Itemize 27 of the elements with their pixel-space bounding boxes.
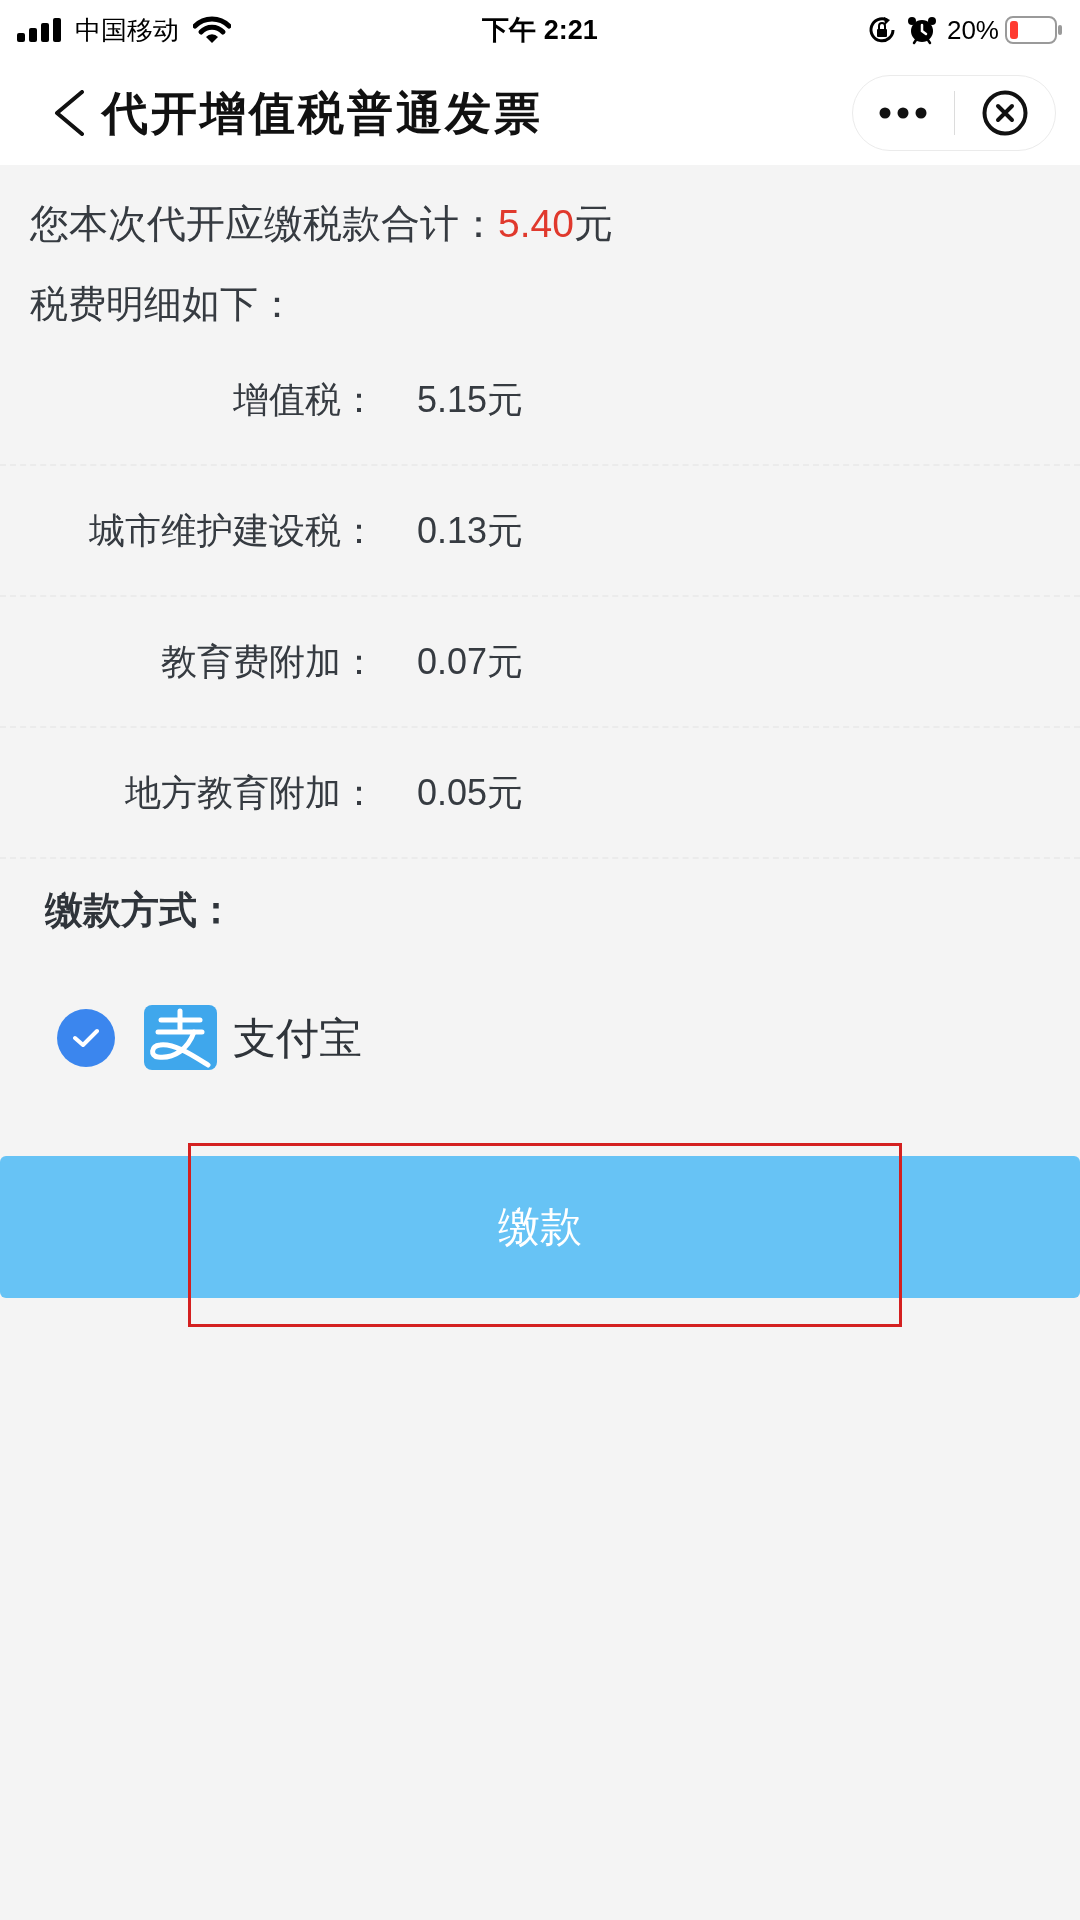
- tax-item-label: 增值税：: [232, 377, 377, 422]
- chevron-left-icon: [53, 89, 85, 136]
- page-title: 代开增值税普通发票: [102, 89, 543, 136]
- tax-item-label: 教育费附加：: [160, 639, 377, 684]
- battery-icon: [1005, 16, 1063, 44]
- tax-item-label: 地方教育附加：: [124, 770, 377, 815]
- wifi-icon: [193, 16, 231, 44]
- checkmark-icon: [73, 1027, 99, 1048]
- alarm-clock-icon: [906, 15, 937, 45]
- tax-item-amount: 0.05元: [417, 770, 524, 815]
- tax-total-text: 您本次代开应缴税款合计：5.40元: [30, 201, 613, 247]
- close-icon: [981, 89, 1028, 136]
- status-time: 下午 2:21: [482, 16, 598, 44]
- payment-method-name: 支付宝: [233, 1012, 362, 1064]
- more-dots-icon: [879, 106, 928, 119]
- details-heading: 税费明细如下：: [30, 282, 296, 327]
- tax-item-amount: 0.07元: [417, 639, 524, 684]
- selection-checkbox[interactable]: [57, 1008, 115, 1067]
- tax-item-label: 城市维护建设税：: [88, 508, 377, 553]
- payment-method-heading: 缴款方式：: [45, 888, 235, 933]
- battery-percent: 20%: [946, 17, 999, 43]
- carrier-name: 中国移动: [75, 17, 179, 43]
- tax-item-amount: 0.13元: [417, 508, 524, 553]
- tax-item-amount: 5.15元: [417, 377, 524, 422]
- pay-button[interactable]: 缴款: [0, 1156, 1080, 1298]
- app-logo-icon: [144, 1005, 217, 1070]
- signal-bars-icon: [17, 18, 63, 42]
